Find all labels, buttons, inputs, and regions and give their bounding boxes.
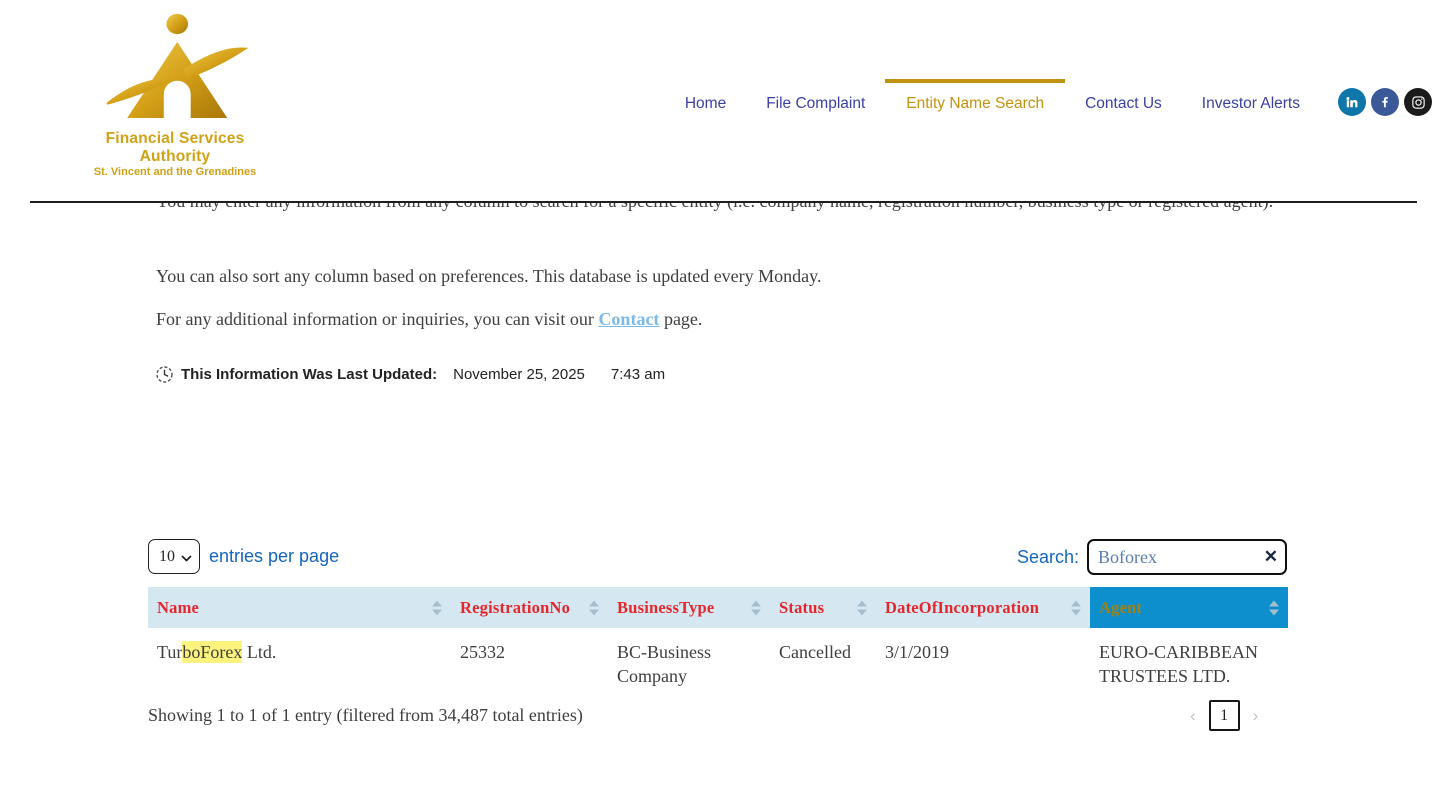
table-header-row: Name RegistrationNo BusinessType Status …: [148, 587, 1288, 628]
entity-table: Name RegistrationNo BusinessType Status …: [148, 587, 1288, 700]
column-header-name[interactable]: Name: [148, 587, 451, 628]
instagram-icon[interactable]: [1404, 88, 1432, 116]
social-links: [1338, 88, 1432, 116]
main-nav: Home File Complaint Entity Name Search C…: [665, 79, 1320, 125]
last-updated-time: 7:43 am: [611, 366, 665, 383]
page: You may enter any information from any c…: [0, 0, 1445, 800]
last-updated-date: November 25, 2025: [453, 366, 585, 383]
entries-per-page-label: entries per page: [209, 546, 339, 567]
previous-page-button[interactable]: ‹: [1190, 706, 1196, 726]
header-divider: [30, 201, 1417, 203]
clear-search-icon[interactable]: ✕: [1264, 546, 1278, 568]
intro-paragraph-3-prefix: For any additional information or inquir…: [156, 309, 598, 329]
last-updated-label: This Information Was Last Updated:: [181, 366, 437, 383]
cell-date-of-incorporation: 3/1/2019: [876, 628, 1090, 700]
pagination: ‹ 1 ›: [1190, 700, 1258, 731]
nav-item-file-complaint[interactable]: File Complaint: [766, 79, 865, 125]
sort-icon: [589, 600, 599, 615]
contact-link[interactable]: Contact: [598, 309, 659, 329]
cell-business-type: BC-Business Company: [608, 628, 770, 700]
cell-registration-no: 25332: [451, 628, 608, 700]
nav-item-investor-alerts[interactable]: Investor Alerts: [1202, 79, 1300, 125]
clock-icon: [156, 366, 173, 383]
sort-icon: [1071, 600, 1081, 615]
facebook-icon[interactable]: [1371, 88, 1399, 116]
cell-name: TurboForex Ltd.: [148, 628, 451, 700]
nav-item-contact-us[interactable]: Contact Us: [1085, 79, 1162, 125]
linkedin-icon[interactable]: [1338, 88, 1366, 116]
cell-agent: EURO-CARIBBEAN TRUSTEES LTD.: [1090, 628, 1288, 700]
nav-item-home[interactable]: Home: [685, 79, 726, 125]
cell-status: Cancelled: [770, 628, 876, 700]
header-right: Home File Complaint Entity Name Search C…: [665, 79, 1432, 125]
table-row: TurboForex Ltd. 25332 BC-Business Compan…: [148, 628, 1288, 700]
last-updated-row: This Information Was Last Updated: Novem…: [156, 366, 665, 383]
search-label: Search:: [1017, 547, 1079, 568]
site-header: Financial Services Authority St. Vincent…: [0, 0, 1445, 203]
fsa-logo[interactable]: Financial Services Authority St. Vincent…: [80, 12, 270, 178]
table-info: Showing 1 to 1 of 1 entry (filtered from…: [148, 705, 583, 726]
search-input[interactable]: [1087, 539, 1287, 575]
intro-paragraph-3-suffix: page.: [659, 309, 702, 329]
search-highlight: boForex: [182, 641, 242, 663]
brand-subtitle: St. Vincent and the Grenadines: [80, 166, 270, 178]
column-header-businesstype[interactable]: BusinessType: [608, 587, 770, 628]
column-header-dateofincorporation[interactable]: DateOfIncorporation: [876, 587, 1090, 628]
column-header-registrationno[interactable]: RegistrationNo: [451, 587, 608, 628]
current-page-button[interactable]: 1: [1209, 700, 1240, 731]
search-control: Search: ✕: [1017, 539, 1287, 575]
sort-icon: [1269, 600, 1279, 615]
column-header-agent[interactable]: Agent: [1090, 587, 1288, 628]
intro-paragraph-3: For any additional information or inquir…: [156, 303, 1291, 336]
fsa-logo-icon: [100, 12, 250, 130]
sort-icon: [432, 600, 442, 615]
entries-per-page-control: 10 entries per page: [148, 539, 339, 574]
intro-paragraph-2: You can also sort any column based on pr…: [156, 260, 1291, 293]
next-page-button[interactable]: ›: [1253, 706, 1259, 726]
entries-per-page-select[interactable]: 10: [148, 539, 200, 574]
column-header-status[interactable]: Status: [770, 587, 876, 628]
brand-name: Financial Services Authority: [80, 130, 270, 166]
nav-item-entity-name-search[interactable]: Entity Name Search: [885, 79, 1065, 125]
sort-icon: [751, 600, 761, 615]
sort-icon: [857, 600, 867, 615]
